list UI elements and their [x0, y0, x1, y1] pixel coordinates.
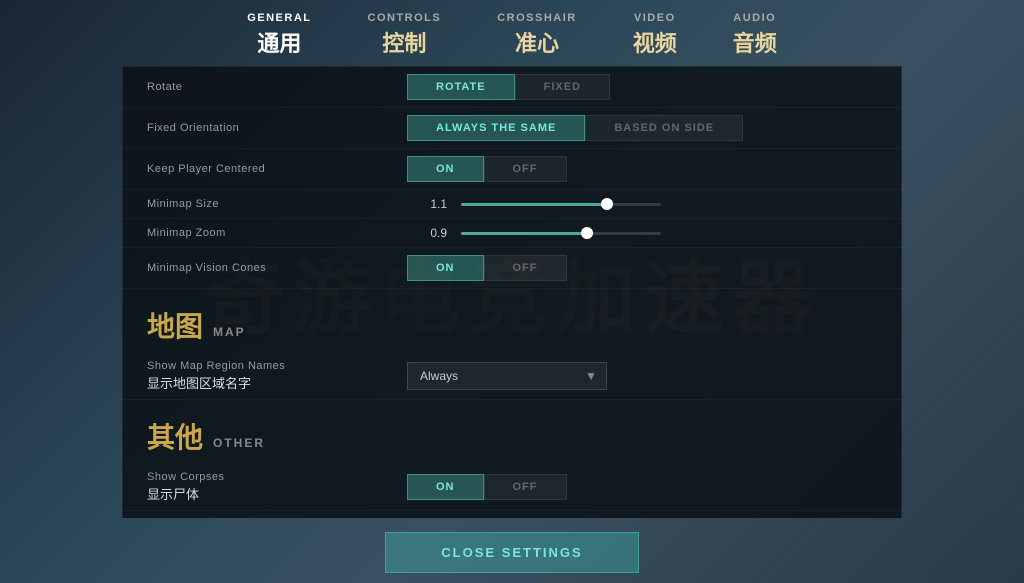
toggle-option-2[interactable]: Based On Side — [585, 115, 743, 141]
section-header-map: 地图 MAP — [123, 289, 901, 353]
setting-label-en: Show Corpses — [147, 471, 407, 483]
slider-fill — [461, 232, 585, 235]
setting-label: Show Map Region Names显示地图区域名字 — [147, 360, 407, 392]
setting-label: Keep Player Centered — [147, 163, 407, 175]
toggle-option-1[interactable]: On — [407, 255, 484, 281]
dropdown-wrapper: AlwaysNeverWhile AliveWhile Dead▼ — [407, 362, 607, 390]
section-title-cn: 其他 — [147, 416, 203, 456]
setting-label-en: Minimap Zoom — [147, 227, 407, 239]
nav-label-cn: 音频 — [733, 26, 777, 58]
nav-item-audio[interactable]: AUDIO 音频 — [705, 12, 805, 58]
setting-label: Minimap Size — [147, 198, 407, 210]
toggle-option-1[interactable]: On — [407, 156, 484, 182]
table-row: Minimap Vision ConesOnOff — [123, 248, 901, 289]
setting-label-en: Minimap Size — [147, 198, 407, 210]
settings-panel[interactable]: RotateRotateFixedFixed OrientationAlways… — [122, 66, 902, 518]
setting-label-en: Minimap Vision Cones — [147, 262, 407, 274]
section-title-en: MAP — [213, 325, 246, 339]
slider-track[interactable] — [461, 203, 661, 206]
toggle-group: RotateFixed — [407, 74, 610, 100]
nav-label-en: GENERAL — [247, 12, 311, 24]
setting-controls: RotateFixed — [407, 74, 877, 100]
toggle-option-2[interactable]: Off — [484, 156, 567, 182]
toggle-group: OnOff — [407, 474, 567, 500]
table-row: Fixed OrientationAlways the SameBased On… — [123, 108, 901, 149]
slider-thumb[interactable] — [581, 227, 593, 239]
slider-thumb[interactable] — [601, 198, 613, 210]
table-row: Keep Player CenteredOnOff — [123, 149, 901, 190]
setting-label: Fixed Orientation — [147, 122, 407, 134]
nav-item-video[interactable]: VIDEO 视频 — [605, 12, 705, 58]
toggle-option-1[interactable]: Rotate — [407, 74, 515, 100]
setting-label-cn: 显示地图区域名字 — [147, 373, 407, 392]
toggle-option-2[interactable]: Fixed — [515, 74, 610, 100]
setting-label: Minimap Vision Cones — [147, 262, 407, 274]
table-row: Minimap Zoom0.9 — [123, 219, 901, 248]
table-row: RotateRotateFixed — [123, 67, 901, 108]
slider-value: 0.9 — [407, 226, 447, 240]
table-row: Show Mature Content显示成年内容OnOff — [123, 511, 901, 518]
nav-label-en: CROSSHAIR — [497, 12, 577, 24]
toggle-option-2[interactable]: Off — [484, 255, 567, 281]
slider-value: 1.1 — [407, 197, 447, 211]
slider-fill — [461, 203, 605, 206]
nav-item-general[interactable]: GENERAL 通用 — [219, 12, 339, 58]
close-btn-wrapper: CLOSE SETTINGS — [0, 518, 1024, 583]
setting-label-en: Fixed Orientation — [147, 122, 407, 134]
table-row: Show Map Region Names显示地图区域名字AlwaysNever… — [123, 353, 901, 400]
nav-label-en: AUDIO — [733, 12, 776, 24]
setting-label: Rotate — [147, 81, 407, 93]
toggle-option-2[interactable]: Off — [484, 474, 567, 500]
toggle-group: OnOff — [407, 255, 567, 281]
nav-label-en: CONTROLS — [368, 12, 442, 24]
top-nav: GENERAL 通用 CONTROLS 控制 CROSSHAIR 准心 VIDEO 视频 AUD… — [0, 0, 1024, 58]
main-container: GENERAL 通用 CONTROLS 控制 CROSSHAIR 准心 VIDEO 视频 AUD… — [0, 0, 1024, 583]
nav-label-cn: 通用 — [257, 26, 301, 58]
setting-controls: Always the SameBased On Side — [407, 115, 877, 141]
setting-controls: AlwaysNeverWhile AliveWhile Dead▼ — [407, 362, 877, 390]
setting-controls: OnOff — [407, 474, 877, 500]
settings-wrapper: RotateRotateFixedFixed OrientationAlways… — [0, 58, 1024, 518]
nav-item-crosshair[interactable]: CROSSHAIR 准心 — [469, 12, 605, 58]
setting-label: Show Corpses显示尸体 — [147, 471, 407, 503]
setting-label-en: Keep Player Centered — [147, 163, 407, 175]
setting-controls: OnOff — [407, 156, 877, 182]
toggle-group: Always the SameBased On Side — [407, 115, 743, 141]
toggle-option-1[interactable]: Always the Same — [407, 115, 585, 141]
nav-label-cn: 控制 — [382, 26, 426, 58]
setting-controls: OnOff — [407, 255, 877, 281]
setting-label: Minimap Zoom — [147, 227, 407, 239]
section-header-other: 其他 OTHER — [123, 400, 901, 464]
nav-item-controls[interactable]: CONTROLS 控制 — [340, 12, 470, 58]
setting-controls: 1.1 — [407, 197, 877, 211]
table-row: Minimap Size1.1 — [123, 190, 901, 219]
toggle-option-1[interactable]: On — [407, 474, 484, 500]
nav-label-cn: 准心 — [515, 26, 559, 58]
table-row: Show Corpses显示尸体OnOff — [123, 464, 901, 511]
setting-label-cn: 显示尸体 — [147, 484, 407, 503]
slider-track[interactable] — [461, 232, 661, 235]
nav-label-cn: 视频 — [633, 26, 677, 58]
nav-label-en: VIDEO — [634, 12, 676, 24]
setting-label-en: Show Map Region Names — [147, 360, 407, 372]
setting-label-en: Rotate — [147, 81, 407, 93]
section-title-en: OTHER — [213, 436, 265, 450]
dropdown-select[interactable]: AlwaysNeverWhile AliveWhile Dead — [407, 362, 607, 390]
section-title-cn: 地图 — [147, 305, 203, 345]
toggle-group: OnOff — [407, 156, 567, 182]
close-settings-button[interactable]: CLOSE SETTINGS — [385, 532, 638, 573]
setting-controls: 0.9 — [407, 226, 877, 240]
